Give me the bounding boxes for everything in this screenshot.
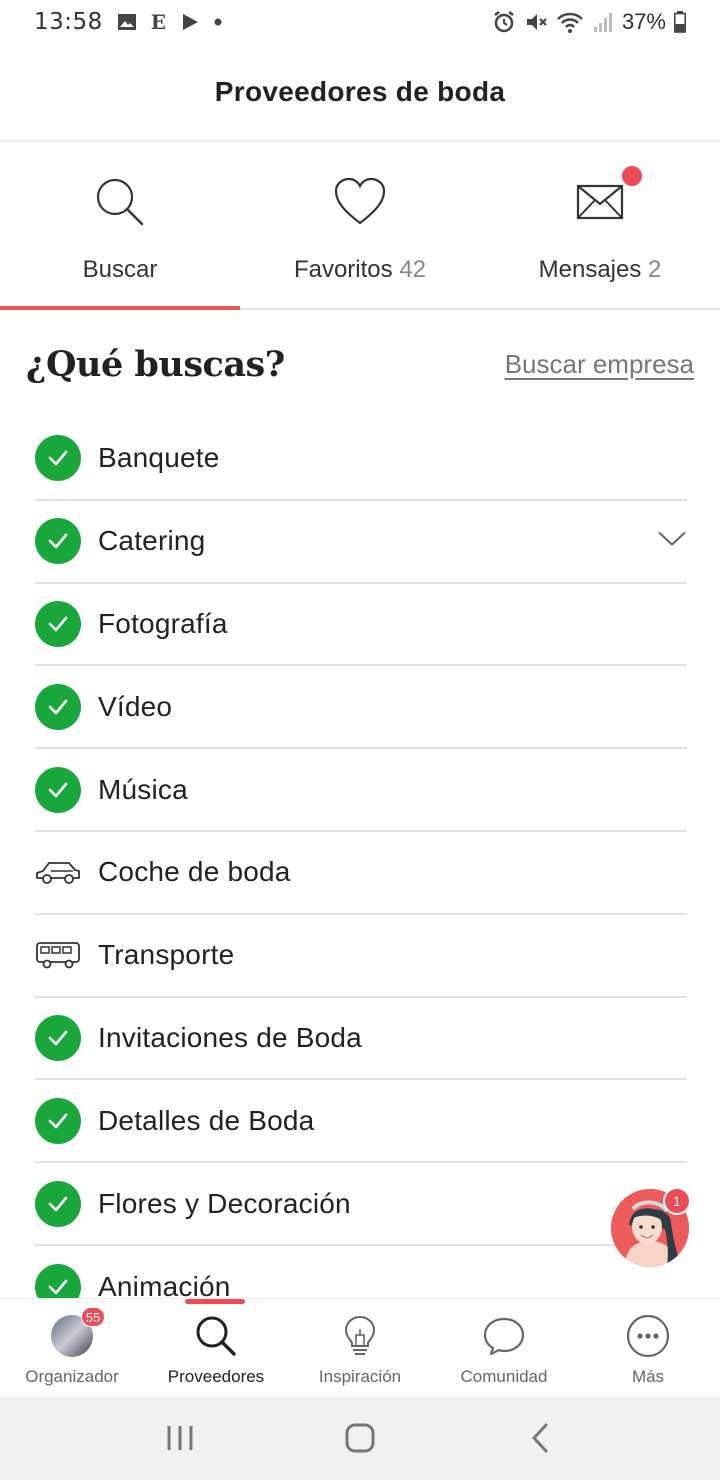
- avatar: 55: [49, 1307, 105, 1359]
- tab-buscar[interactable]: Buscar: [0, 142, 240, 310]
- nav-label: Comunidad: [460, 1367, 548, 1386]
- battery-text: 37%: [621, 9, 666, 34]
- tab-mensajes[interactable]: Mensajes 2: [480, 142, 720, 308]
- category-label: Detalles de Boda: [98, 1104, 315, 1136]
- messages-count: 2: [648, 256, 662, 283]
- check-icon: [35, 600, 81, 647]
- wifi-icon: [556, 10, 584, 34]
- category-label: Fotografía: [98, 607, 228, 639]
- mute-icon: [524, 10, 548, 34]
- assistant-button[interactable]: 1: [611, 1187, 691, 1267]
- mail-icon: [570, 164, 644, 232]
- list-item[interactable]: Transporte: [35, 915, 687, 998]
- category-list: Banquete Catering Fotografía Vídeo Músic…: [35, 418, 687, 1329]
- category-label: Coche de boda: [98, 856, 291, 888]
- tab-label: Buscar: [82, 256, 158, 283]
- tab-label: Mensajes 2: [538, 256, 662, 283]
- status-bar: 13:58 E 37%: [0, 0, 720, 44]
- category-label: Catering: [98, 525, 206, 557]
- category-label: Música: [98, 773, 188, 805]
- favorites-count: 42: [399, 256, 427, 283]
- nav-comunidad[interactable]: Comunidad: [432, 1299, 576, 1396]
- nav-inspiracion[interactable]: Inspiración: [288, 1299, 432, 1396]
- nav-mas[interactable]: Más: [576, 1299, 720, 1396]
- check-icon: [35, 518, 81, 565]
- heart-icon: [330, 172, 390, 232]
- chat-bubble-icon: [481, 1313, 527, 1359]
- section-title: ¿Qué buscas?: [26, 343, 285, 385]
- more-icon: [625, 1313, 671, 1359]
- status-time: 13:58: [34, 9, 103, 35]
- check-icon: [35, 683, 81, 730]
- page-title: Proveedores de boda: [214, 76, 506, 107]
- section-header: ¿Qué buscas? Buscar empresa: [26, 336, 694, 392]
- search-icon: [193, 1313, 239, 1359]
- e-icon: E: [150, 10, 167, 34]
- signal-icon: [592, 11, 614, 33]
- list-item[interactable]: Música: [35, 749, 687, 832]
- check-icon: [35, 1097, 81, 1144]
- nav-label: Más: [631, 1367, 665, 1386]
- alarm-icon: [492, 10, 516, 34]
- tab-favoritos[interactable]: Favoritos 42: [240, 142, 480, 308]
- category-label: Transporte: [98, 939, 235, 971]
- dot-icon: [214, 18, 222, 26]
- notification-dot: [620, 164, 644, 188]
- car-icon: [35, 849, 81, 895]
- status-right: 37%: [492, 9, 686, 35]
- recent-apps-icon[interactable]: [150, 1408, 210, 1468]
- category-label: Vídeo: [98, 690, 173, 722]
- app-header: Proveedores de boda: [0, 44, 720, 142]
- check-icon: [35, 435, 81, 482]
- image-icon: [117, 13, 137, 31]
- search-icon: [90, 172, 150, 232]
- nav-label: Proveedores: [167, 1367, 265, 1386]
- top-tabs: Buscar Favoritos 42 Mensajes 2: [0, 142, 720, 310]
- search-company-link[interactable]: Buscar empresa: [505, 349, 694, 380]
- check-icon: [35, 1180, 81, 1227]
- battery-icon: [674, 11, 686, 33]
- nav-organizador[interactable]: 55 Organizador: [0, 1299, 144, 1396]
- back-icon[interactable]: [510, 1408, 570, 1468]
- list-item[interactable]: Coche de boda: [35, 832, 687, 915]
- home-icon[interactable]: [330, 1408, 390, 1468]
- nav-label: Organizador: [25, 1367, 119, 1386]
- chevron-down-icon[interactable]: [657, 530, 687, 553]
- list-item[interactable]: Banquete: [35, 418, 687, 501]
- list-item[interactable]: Invitaciones de Boda: [35, 998, 687, 1081]
- nav-proveedores[interactable]: Proveedores: [144, 1299, 288, 1396]
- list-item[interactable]: Detalles de Boda: [35, 1080, 687, 1164]
- bus-icon: [35, 932, 81, 978]
- list-item[interactable]: Catering: [35, 501, 687, 584]
- tab-label: Favoritos 42: [293, 256, 427, 283]
- category-label: Invitaciones de Boda: [98, 1021, 362, 1053]
- nav-label: Inspiración: [318, 1367, 402, 1386]
- list-item[interactable]: Flores y Decoración: [35, 1163, 687, 1246]
- category-label: Flores y Decoración: [98, 1187, 351, 1219]
- bottom-nav: 55 Organizador Proveedores Inspiración C…: [0, 1298, 720, 1396]
- system-nav-bar: [0, 1396, 720, 1480]
- category-label: Banquete: [98, 442, 220, 474]
- check-icon: [35, 1014, 81, 1061]
- organizer-badge: 55: [81, 1307, 105, 1327]
- status-left: 13:58 E: [34, 9, 222, 35]
- list-item[interactable]: Vídeo: [35, 666, 687, 750]
- list-item[interactable]: Fotografía: [35, 584, 687, 667]
- assistant-badge: 1: [663, 1187, 691, 1215]
- check-icon: [35, 766, 81, 813]
- lightbulb-icon: [337, 1313, 383, 1359]
- play-store-icon: [180, 12, 200, 32]
